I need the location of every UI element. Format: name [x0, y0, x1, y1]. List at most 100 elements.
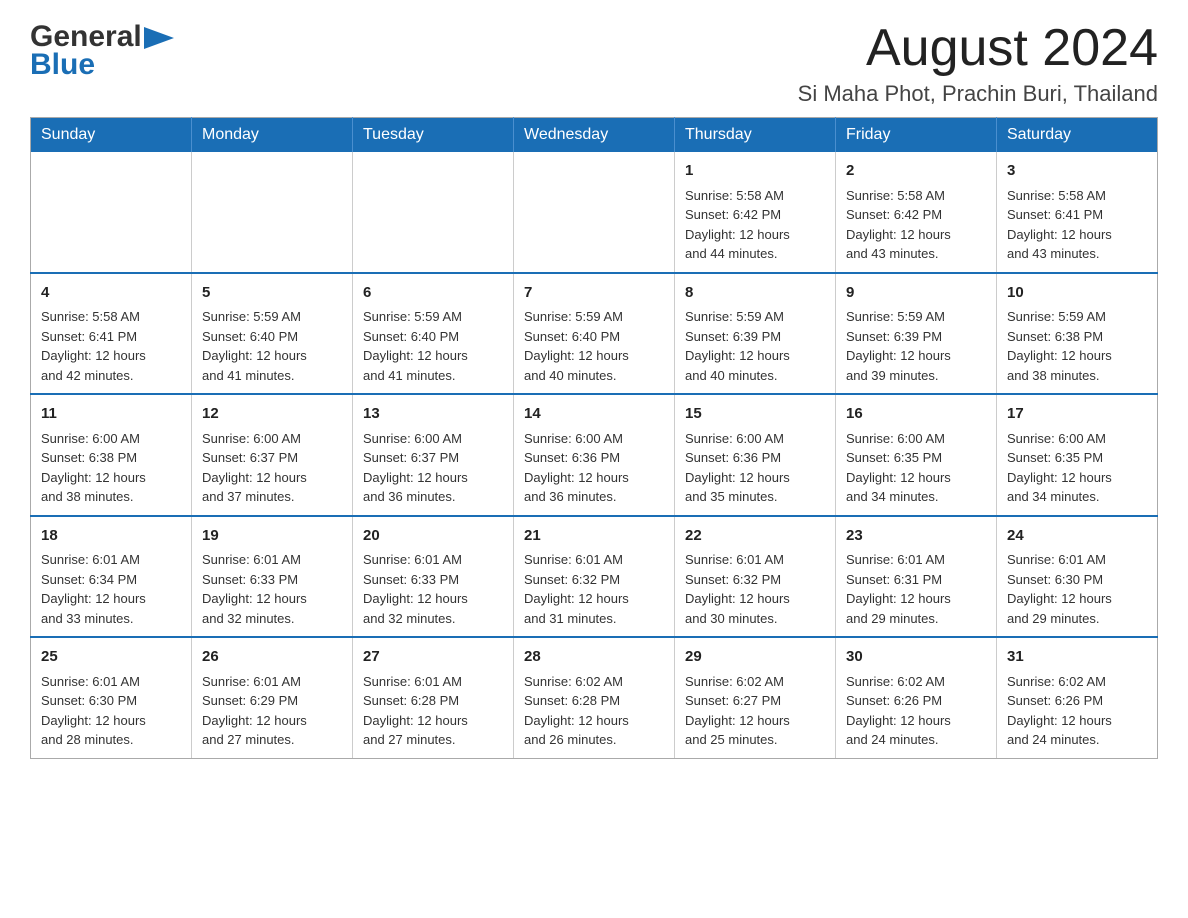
day-info: Sunrise: 6:01 AMSunset: 6:30 PMDaylight:… [41, 672, 181, 750]
day-number: 26 [202, 646, 342, 669]
calendar-cell: 9Sunrise: 5:59 AMSunset: 6:39 PMDaylight… [836, 273, 997, 395]
day-number: 3 [1007, 160, 1147, 183]
calendar-cell: 6Sunrise: 5:59 AMSunset: 6:40 PMDaylight… [353, 273, 514, 395]
day-info: Sunrise: 6:02 AMSunset: 6:26 PMDaylight:… [1007, 672, 1147, 750]
month-title: August 2024 [798, 20, 1158, 77]
day-info: Sunrise: 6:01 AMSunset: 6:33 PMDaylight:… [202, 550, 342, 628]
calendar-cell: 26Sunrise: 6:01 AMSunset: 6:29 PMDayligh… [192, 637, 353, 758]
day-number: 2 [846, 160, 986, 183]
day-number: 12 [202, 403, 342, 426]
day-info: Sunrise: 6:01 AMSunset: 6:33 PMDaylight:… [363, 550, 503, 628]
weekday-header-friday: Friday [836, 118, 997, 153]
day-info: Sunrise: 6:00 AMSunset: 6:36 PMDaylight:… [685, 429, 825, 507]
title-area: August 2024 Si Maha Phot, Prachin Buri, … [798, 20, 1158, 107]
calendar-week-row-1: 1 Sunrise: 5:58 AMSunset: 6:42 PMDaylight… [31, 152, 1158, 273]
day-info: Sunrise: 6:01 AMSunset: 6:34 PMDaylight:… [41, 550, 181, 628]
day-info: Sunrise: 5:58 AMSunset: 6:41 PMDaylight:… [41, 307, 181, 385]
calendar-table: SundayMondayTuesdayWednesdayThursdayFrid… [30, 117, 1158, 759]
weekday-header-thursday: Thursday [675, 118, 836, 153]
calendar-cell: 21Sunrise: 6:01 AMSunset: 6:32 PMDayligh… [514, 516, 675, 638]
day-info: Sunrise: 6:01 AMSunset: 6:31 PMDaylight:… [846, 550, 986, 628]
day-number: 24 [1007, 525, 1147, 548]
calendar-cell: 23Sunrise: 6:01 AMSunset: 6:31 PMDayligh… [836, 516, 997, 638]
day-number: 13 [363, 403, 503, 426]
weekday-header-tuesday: Tuesday [353, 118, 514, 153]
day-info: Sunrise: 6:00 AMSunset: 6:37 PMDaylight:… [363, 429, 503, 507]
calendar-cell: 31 Sunrise: 6:02 AMSunset: 6:26 PMDayligh… [997, 637, 1158, 758]
calendar-cell: 11Sunrise: 6:00 AMSunset: 6:38 PMDayligh… [31, 394, 192, 516]
day-number: 17 [1007, 403, 1147, 426]
calendar-week-row-2: 4Sunrise: 5:58 AMSunset: 6:41 PMDaylight… [31, 273, 1158, 395]
calendar-cell: 22Sunrise: 6:01 AMSunset: 6:32 PMDayligh… [675, 516, 836, 638]
day-info: Sunrise: 6:01 AMSunset: 6:28 PMDaylight:… [363, 672, 503, 750]
day-number: 22 [685, 525, 825, 548]
day-number: 16 [846, 403, 986, 426]
day-number: 30 [846, 646, 986, 669]
day-info: Sunrise: 6:00 AMSunset: 6:35 PMDaylight:… [846, 429, 986, 507]
calendar-cell: 5Sunrise: 5:59 AMSunset: 6:40 PMDaylight… [192, 273, 353, 395]
calendar-cell: 28 Sunrise: 6:02 AMSunset: 6:28 PMDayligh… [514, 637, 675, 758]
day-info: Sunrise: 6:00 AMSunset: 6:36 PMDaylight:… [524, 429, 664, 507]
calendar-cell: 7Sunrise: 5:59 AMSunset: 6:40 PMDaylight… [514, 273, 675, 395]
weekday-header-row: SundayMondayTuesdayWednesdayThursdayFrid… [31, 118, 1158, 153]
day-info: Sunrise: 5:59 AMSunset: 6:40 PMDaylight:… [202, 307, 342, 385]
day-number: 10 [1007, 282, 1147, 305]
calendar-cell: 29 Sunrise: 6:02 AMSunset: 6:27 PMDayligh… [675, 637, 836, 758]
calendar-week-row-5: 25Sunrise: 6:01 AMSunset: 6:30 PMDayligh… [31, 637, 1158, 758]
logo: General Blue [30, 20, 174, 82]
calendar-week-row-3: 11Sunrise: 6:00 AMSunset: 6:38 PMDayligh… [31, 394, 1158, 516]
calendar-cell: 12 Sunrise: 6:00 AMSunset: 6:37 PMDayligh… [192, 394, 353, 516]
weekday-header-saturday: Saturday [997, 118, 1158, 153]
calendar-cell: 8Sunrise: 5:59 AMSunset: 6:39 PMDaylight… [675, 273, 836, 395]
day-info: Sunrise: 6:02 AMSunset: 6:27 PMDaylight:… [685, 672, 825, 750]
day-number: 21 [524, 525, 664, 548]
calendar-cell: 15 Sunrise: 6:00 AMSunset: 6:36 PMDayligh… [675, 394, 836, 516]
day-number: 28 [524, 646, 664, 669]
day-number: 31 [1007, 646, 1147, 669]
day-number: 15 [685, 403, 825, 426]
weekday-header-sunday: Sunday [31, 118, 192, 153]
day-number: 23 [846, 525, 986, 548]
calendar-cell: 30Sunrise: 6:02 AMSunset: 6:26 PMDayligh… [836, 637, 997, 758]
day-number: 8 [685, 282, 825, 305]
day-number: 19 [202, 525, 342, 548]
calendar-cell: 18Sunrise: 6:01 AMSunset: 6:34 PMDayligh… [31, 516, 192, 638]
day-info: Sunrise: 6:00 AMSunset: 6:35 PMDaylight:… [1007, 429, 1147, 507]
calendar-cell: 25Sunrise: 6:01 AMSunset: 6:30 PMDayligh… [31, 637, 192, 758]
calendar-cell: 14 Sunrise: 6:00 AMSunset: 6:36 PMDayligh… [514, 394, 675, 516]
day-info: Sunrise: 5:59 AMSunset: 6:38 PMDaylight:… [1007, 307, 1147, 385]
calendar-cell [353, 152, 514, 273]
day-number: 1 [685, 160, 825, 183]
calendar-cell: 16 Sunrise: 6:00 AMSunset: 6:35 PMDayligh… [836, 394, 997, 516]
day-number: 7 [524, 282, 664, 305]
day-info: Sunrise: 6:02 AMSunset: 6:28 PMDaylight:… [524, 672, 664, 750]
day-number: 29 [685, 646, 825, 669]
calendar-cell: 13 Sunrise: 6:00 AMSunset: 6:37 PMDayligh… [353, 394, 514, 516]
day-number: 9 [846, 282, 986, 305]
day-info: Sunrise: 5:59 AMSunset: 6:39 PMDaylight:… [685, 307, 825, 385]
day-number: 27 [363, 646, 503, 669]
calendar-cell: 17 Sunrise: 6:00 AMSunset: 6:35 PMDayligh… [997, 394, 1158, 516]
day-info: Sunrise: 5:58 AMSunset: 6:42 PMDaylight:… [846, 186, 986, 264]
day-number: 14 [524, 403, 664, 426]
day-info: Sunrise: 6:01 AMSunset: 6:32 PMDaylight:… [524, 550, 664, 628]
calendar-cell: 3 Sunrise: 5:58 AMSunset: 6:41 PMDaylight… [997, 152, 1158, 273]
day-number: 5 [202, 282, 342, 305]
calendar-cell [31, 152, 192, 273]
day-info: Sunrise: 6:00 AMSunset: 6:37 PMDaylight:… [202, 429, 342, 507]
day-info: Sunrise: 5:59 AMSunset: 6:39 PMDaylight:… [846, 307, 986, 385]
calendar-cell: 20Sunrise: 6:01 AMSunset: 6:33 PMDayligh… [353, 516, 514, 638]
weekday-header-wednesday: Wednesday [514, 118, 675, 153]
calendar-cell: 2 Sunrise: 5:58 AMSunset: 6:42 PMDaylight… [836, 152, 997, 273]
day-info: Sunrise: 5:58 AMSunset: 6:41 PMDaylight:… [1007, 186, 1147, 264]
calendar-cell: 10Sunrise: 5:59 AMSunset: 6:38 PMDayligh… [997, 273, 1158, 395]
day-info: Sunrise: 6:01 AMSunset: 6:30 PMDaylight:… [1007, 550, 1147, 628]
day-number: 4 [41, 282, 181, 305]
location-title: Si Maha Phot, Prachin Buri, Thailand [798, 81, 1158, 107]
day-info: Sunrise: 5:58 AMSunset: 6:42 PMDaylight:… [685, 186, 825, 264]
day-number: 6 [363, 282, 503, 305]
day-info: Sunrise: 6:01 AMSunset: 6:32 PMDaylight:… [685, 550, 825, 628]
logo-blue-text: Blue [30, 48, 95, 82]
calendar-cell: 1 Sunrise: 5:58 AMSunset: 6:42 PMDaylight… [675, 152, 836, 273]
page-header: General Blue August 2024 Si Maha Phot, P… [30, 20, 1158, 107]
